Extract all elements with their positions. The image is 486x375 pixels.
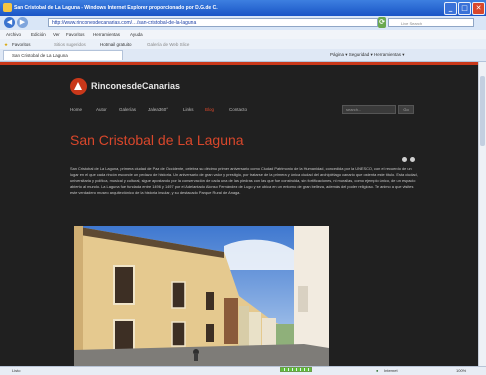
menu-herramientas[interactable]: Herramientas (93, 32, 120, 37)
maximize-button[interactable]: □ (458, 2, 471, 15)
street-photo (74, 226, 329, 366)
nav-home[interactable]: Home (70, 107, 82, 112)
tab-current[interactable]: San Cristobal de La Laguna (3, 50, 123, 60)
page-title: San Cristobal de La Laguna (70, 132, 244, 148)
nav-jalea360[interactable]: Jalea360° (148, 107, 168, 112)
status-text: Listo (12, 368, 21, 373)
back-button[interactable]: ◀ (4, 17, 15, 28)
ie-logo-icon (3, 3, 12, 12)
share-icons (402, 157, 422, 162)
fav-web-slice[interactable]: Galería de Web Slice (147, 42, 189, 47)
address-input[interactable]: http://www.rinconesdecanarias.com/…/san-… (48, 18, 378, 27)
command-bar[interactable]: Página ▾ Seguridad ▾ Herramientas ▾ (330, 52, 405, 58)
fav-hotmail[interactable]: Hotmail gratuito (100, 42, 132, 47)
site-search-input[interactable]: search... (342, 105, 396, 114)
page-scrollbar[interactable] (478, 62, 486, 366)
top-accent-bar (0, 62, 478, 65)
window-titlebar: San Cristobal de La Laguna - Windows Int… (0, 0, 486, 16)
favorites-button[interactable]: Favoritos (12, 42, 31, 47)
browser-search-input[interactable]: Live Search (388, 18, 474, 27)
street-photo-image (74, 226, 329, 366)
menu-archivo[interactable]: Archivo (6, 32, 21, 37)
email-icon[interactable] (410, 157, 415, 162)
tab-bar: San Cristobal de La Laguna Página ▾ Segu… (0, 49, 486, 62)
menu-ayuda[interactable]: Ayuda (130, 32, 143, 37)
menu-bar: Archivo Edición Ver Favoritos Herramient… (0, 30, 486, 39)
menu-favoritos[interactable]: Favoritos (66, 32, 85, 37)
zoom-level[interactable]: 100% (456, 368, 466, 373)
nav-contacto[interactable]: Contacto (229, 107, 247, 112)
loading-progress-bar (280, 367, 312, 372)
site-logo-icon[interactable] (70, 78, 87, 95)
site-logo-text[interactable]: RinconesdeCanarias (91, 81, 180, 91)
nav-autor[interactable]: Autor (96, 107, 107, 112)
status-zone: Internet (384, 368, 398, 373)
globe-icon: ● (376, 368, 379, 373)
fav-suggested-sites[interactable]: Sitios sugeridos (54, 42, 86, 47)
nav-links[interactable]: Links (183, 107, 194, 112)
nav-galerias[interactable]: Galerías (119, 107, 136, 112)
minimize-button[interactable]: _ (444, 2, 457, 15)
forward-button[interactable]: ▶ (17, 17, 28, 28)
window-title: San Cristobal de La Laguna - Windows Int… (14, 5, 218, 11)
star-icon: ★ (4, 42, 9, 47)
refresh-icon[interactable]: ⟳ (378, 17, 386, 28)
web-page: RinconesdeCanarias Home Autor Galerías J… (0, 62, 478, 366)
menu-ver[interactable]: Ver (53, 32, 60, 37)
menu-edicion[interactable]: Edición (31, 32, 46, 37)
article-text: San Cristobal de La Laguna, primera ciud… (70, 166, 418, 195)
scrollbar-thumb[interactable] (480, 76, 485, 146)
nav-blog[interactable]: Blog (205, 107, 214, 112)
print-icon[interactable] (402, 157, 407, 162)
site-search-button[interactable]: Go (398, 105, 414, 114)
close-button[interactable]: ✕ (472, 2, 485, 15)
